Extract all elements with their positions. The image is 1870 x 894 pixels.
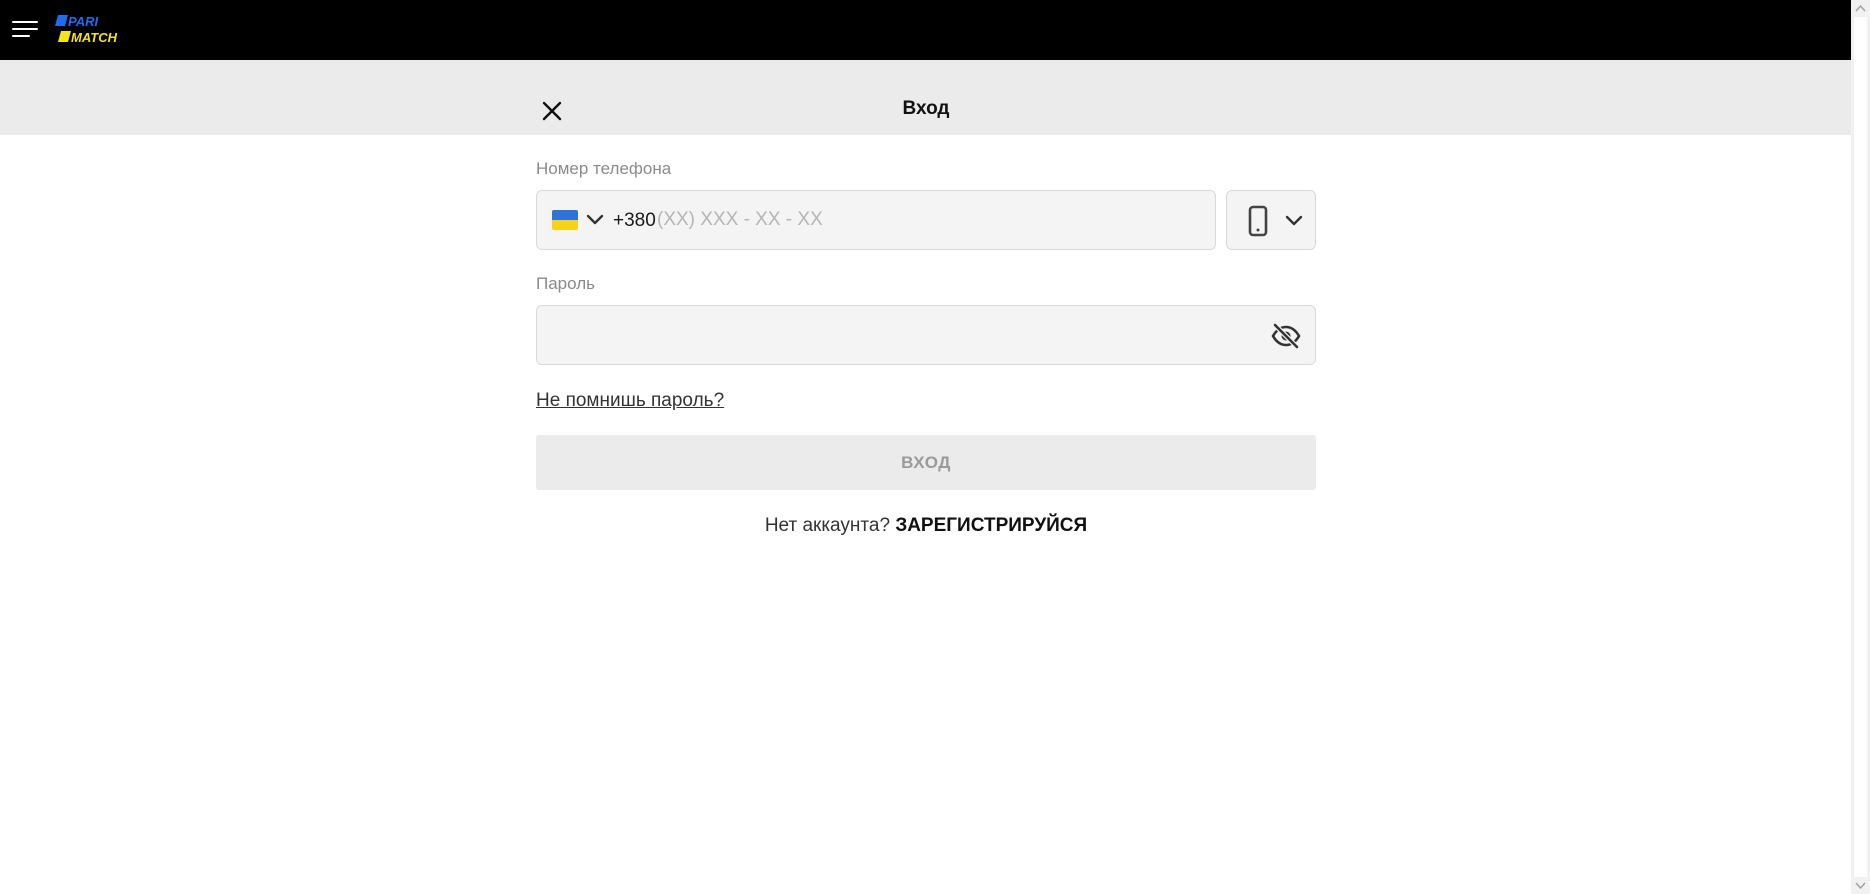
password-field[interactable] (536, 305, 1316, 365)
register-prompt: Нет аккаунта? ЗАРЕГИСТРИРУЙСЯ (536, 515, 1316, 537)
country-code: +380 (613, 210, 656, 231)
modal-title: Вход (902, 98, 950, 119)
eye-off-icon[interactable] (1270, 321, 1302, 351)
password-label: Пароль (536, 274, 595, 293)
forgot-password-link[interactable]: Не помнишь пароль? (536, 390, 724, 412)
phone-label: Номер телефона (536, 159, 672, 178)
login-button[interactable]: ВХОД (536, 435, 1316, 490)
scroll-down-arrow-icon[interactable] (1851, 877, 1870, 894)
vertical-scrollbar[interactable] (1851, 0, 1870, 894)
chevron-down-icon[interactable] (585, 213, 605, 227)
logo-line2: MATCH (71, 30, 118, 45)
device-type-select[interactable] (1226, 190, 1316, 250)
top-bar: PARI MATCH (0, 0, 1851, 60)
ukraine-flag-icon[interactable] (552, 210, 578, 230)
phone-field[interactable]: +380 (536, 190, 1216, 250)
scrollbar-thumb[interactable] (1854, 17, 1867, 877)
chevron-down-icon (1285, 215, 1303, 226)
scroll-up-arrow-icon[interactable] (1851, 0, 1870, 17)
logo-line1: PARI (68, 14, 98, 29)
register-link[interactable]: ЗАРЕГИСТРИРУЙСЯ (895, 515, 1087, 536)
smartphone-icon (1248, 205, 1268, 237)
page: PARI MATCH Вход Номер телефона +380 Паро… (0, 0, 1870, 894)
phone-input[interactable] (657, 201, 1197, 239)
parimatch-logo[interactable]: PARI MATCH (54, 14, 140, 46)
password-input[interactable] (551, 316, 1251, 354)
menu-icon[interactable] (12, 20, 40, 40)
register-text: Нет аккаунта? (764, 515, 891, 536)
